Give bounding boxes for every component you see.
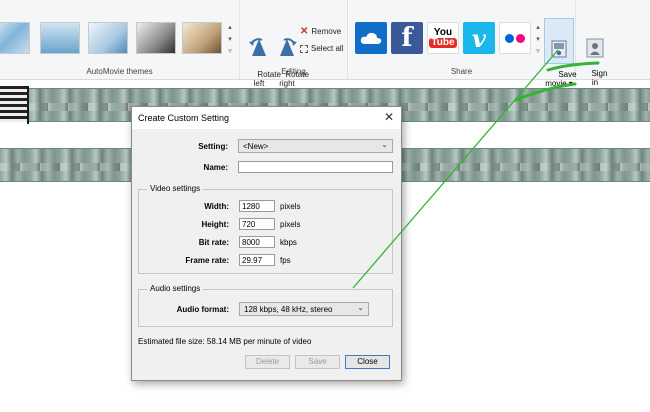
ribbon: ▴ ▾ ▿ AutoMovie themes Rotate left Rotat… [0,0,650,88]
width-unit: pixels [280,202,301,211]
dialog-titlebar[interactable]: Create Custom Setting ✕ [132,107,401,129]
facebook-icon: f [401,23,413,53]
cloud-icon [360,32,382,44]
editing-group-label: Editing [281,67,306,76]
save-movie-button[interactable]: Save movie ▾ [544,18,577,88]
audio-format-label: Audio format: [176,305,229,314]
share-group-label: Share [450,67,473,76]
frame-rate-label: Frame rate: [185,256,229,265]
save-button[interactable]: Save [295,355,340,369]
select-all-icon [300,44,308,53]
themes-scroll-arrows[interactable]: ▴ ▾ ▿ [226,22,234,58]
estimated-file-size: Estimated file size: 58.14 MB per minute… [138,337,312,346]
automovie-themes-group: ▴ ▾ ▿ AutoMovie themes [0,0,240,80]
rotate-right-icon [280,38,297,56]
video-settings-legend: Video settings [147,184,204,193]
audio-format-select-value: 128 kbps, 48 kHz, stereo [244,305,333,314]
flickr-pink-dot-icon [516,33,525,43]
height-input[interactable] [239,218,275,230]
youtube-share-button[interactable]: You Tube [427,22,459,54]
timeline-film-start [0,86,28,122]
width-label: Width: [204,202,229,211]
share-scroll-up-icon[interactable]: ▴ [534,22,542,34]
frame-rate-input[interactable] [239,254,275,266]
chevron-down-icon: ⌄ [381,140,388,149]
height-label: Height: [201,220,229,229]
flickr-share-button[interactable] [499,22,531,54]
theme-thumbnail-5[interactable] [182,22,222,54]
create-custom-setting-dialog: Create Custom Setting ✕ Setting: <New> ⌄… [131,106,402,381]
vimeo-icon: v [472,23,486,53]
rotate-left-icon [249,38,266,56]
height-unit: pixels [280,220,301,229]
dialog-title: Create Custom Setting [138,113,230,123]
facebook-share-button[interactable]: f [391,22,423,54]
theme-thumbnail-2[interactable] [40,22,80,54]
sign-in-button[interactable]: Sign in [580,18,610,87]
themes-group-label: AutoMovie themes [86,67,153,76]
select-all-button[interactable]: Select all [300,44,343,53]
name-label: Name: [203,163,228,172]
sign-in-label: Sign in [591,69,608,87]
name-input[interactable] [238,161,393,173]
gallery-expand-icon[interactable]: ▿ [226,46,234,58]
setting-select[interactable]: <New> ⌄ [238,139,393,153]
vimeo-share-button[interactable]: v [463,22,495,54]
user-account-icon [586,38,604,58]
select-all-label: Select all [311,44,344,53]
rotate-left-button[interactable]: Rotate left [244,18,281,97]
dialog-close-icon[interactable]: ✕ [384,110,394,124]
scroll-down-icon[interactable]: ▾ [226,34,234,46]
theme-thumbnail-1[interactable] [0,22,30,54]
bit-rate-input[interactable] [239,236,275,248]
editing-group: Rotate left Rotate right ✕ Remove Select… [240,0,348,88]
video-settings-group: Video settings Width: pixels Height: pix… [138,184,393,274]
share-group: f You Tube v ▴ ▾ ▿ Save movie ▾ Share [348,0,577,88]
share-expand-icon[interactable]: ▿ [534,46,542,58]
close-button[interactable]: Close [345,355,390,369]
theme-thumbnail-3[interactable] [88,22,128,54]
flickr-blue-dot-icon [505,33,514,43]
bit-rate-label: Bit rate: [198,238,229,247]
frame-rate-unit: fps [280,256,291,265]
bit-rate-unit: kbps [280,238,297,247]
youtube-tube-label: Tube [429,37,457,48]
remove-button[interactable]: ✕ Remove [300,26,341,37]
audio-settings-legend: Audio settings [147,284,204,293]
setting-select-value: <New> [243,142,269,151]
delete-button[interactable]: Delete [245,355,290,369]
save-movie-icon [551,40,567,58]
remove-label: Remove [311,27,342,36]
share-scroll-down-icon[interactable]: ▾ [534,34,542,46]
width-input[interactable] [239,200,275,212]
audio-format-select[interactable]: 128 kbps, 48 kHz, stereo ⌄ [239,302,369,316]
audio-settings-group: Audio settings Audio format: 128 kbps, 4… [138,284,393,327]
theme-thumbnail-4[interactable] [136,22,176,54]
setting-label: Setting: [198,142,228,151]
timeline-playhead[interactable] [27,86,29,124]
remove-icon: ✕ [300,26,309,37]
share-scroll-arrows[interactable]: ▴ ▾ ▿ [534,22,542,58]
onedrive-share-button[interactable] [355,22,387,54]
rotate-right-button[interactable]: Rotate right [272,18,309,97]
scroll-up-icon[interactable]: ▴ [226,22,234,34]
chevron-down-icon: ⌄ [357,303,364,312]
